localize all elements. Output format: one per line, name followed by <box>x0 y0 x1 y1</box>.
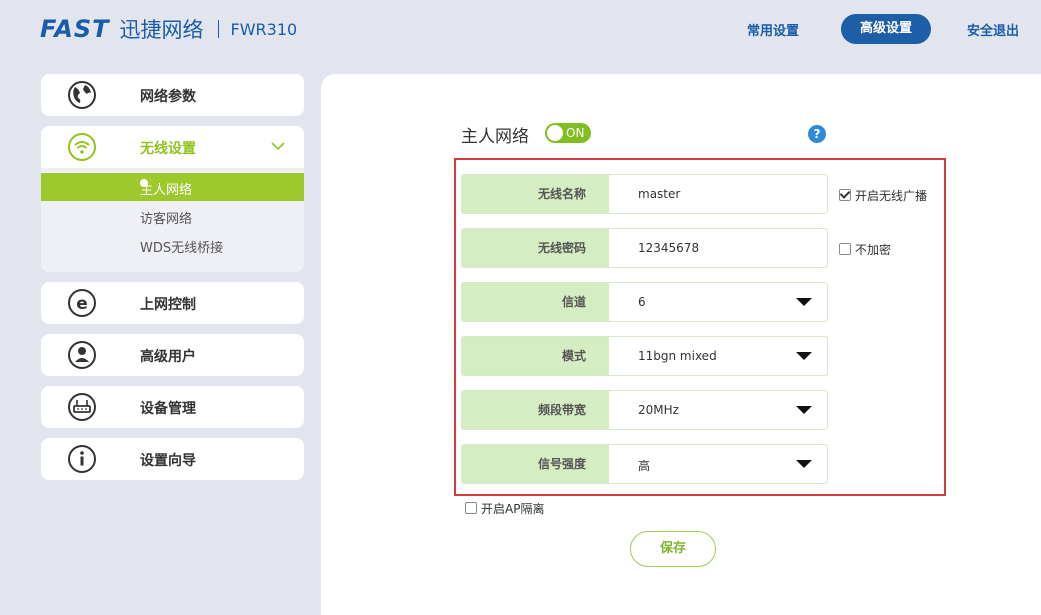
save-button[interactable]: 保存 <box>630 531 716 567</box>
dropdown-arrow-icon[interactable] <box>796 352 812 360</box>
brand-name-cn: 迅捷网络 <box>119 18 204 42</box>
help-icon[interactable]: ? <box>808 125 826 143</box>
nav-logout[interactable]: 安全退出 <box>967 20 1019 39</box>
info-icon <box>68 445 96 473</box>
main-panel: 主人网络 ON ? 无线名称 master 无线密码 12345678 信道 6… <box>321 74 1041 615</box>
ssid-field: 无线名称 master <box>461 174 828 214</box>
sidebar-item-advanced-user[interactable]: 高级用户 <box>41 334 304 376</box>
globe-icon <box>68 81 96 109</box>
sidebar-subitem-label: 主人网络 <box>140 183 193 198</box>
dropdown-arrow-icon[interactable] <box>796 460 812 468</box>
brand-logo: FAST 迅捷网络 FWR310 <box>40 15 298 43</box>
sidebar-item-internet-control[interactable]: e 上网控制 <box>41 282 304 324</box>
ap-isolation-label: 开启AP隔离 <box>481 501 545 516</box>
signal-strength-field[interactable]: 信号强度 高 <box>461 444 828 484</box>
sidebar-item-setup-wizard[interactable]: 设置向导 <box>41 438 304 480</box>
broadcast-checkbox[interactable] <box>839 189 851 201</box>
sidebar-group-wireless: 无线设置 主人网络 访客网络 WDS无线桥接 <box>41 126 304 272</box>
ap-isolation-checkbox[interactable] <box>465 502 477 514</box>
sidebar-item-label: 网络参数 <box>140 89 196 105</box>
router-icon <box>68 393 96 421</box>
sidebar-item-label: 上网控制 <box>140 297 196 313</box>
bandwidth-select-value: 20MHz <box>638 403 679 417</box>
sidebar-subitem-label: 访客网络 <box>140 212 193 227</box>
model-name: FWR310 <box>230 19 298 39</box>
sidebar-item-label: 设备管理 <box>140 401 196 417</box>
mode-select-value: 11bgn mixed <box>638 349 717 363</box>
sidebar-item-wireless[interactable]: 无线设置 <box>41 126 304 168</box>
toggle-knob <box>547 125 563 141</box>
ssid-input[interactable]: master <box>638 187 680 201</box>
sidebar-subitem-wds-bridge[interactable]: WDS无线桥接 <box>41 231 304 259</box>
chevron-down-icon <box>271 142 285 151</box>
password-input[interactable]: 12345678 <box>638 241 699 255</box>
wifi-icon <box>68 133 96 161</box>
sidebar-subitem-guest-network[interactable]: 访客网络 <box>41 202 304 230</box>
top-header: FAST 迅捷网络 FWR310 常用设置 高级设置 安全退出 <box>0 0 1041 60</box>
broadcast-checkbox-wrap[interactable]: 开启无线广播 <box>839 187 927 203</box>
page-title: 主人网络 <box>461 127 529 147</box>
field-label: 无线密码 <box>462 229 609 267</box>
field-label: 频段带宽 <box>462 391 609 429</box>
broadcast-label: 开启无线广播 <box>855 188 928 203</box>
user-icon <box>68 341 96 369</box>
no-encrypt-checkbox-wrap[interactable]: 不加密 <box>839 241 891 257</box>
sidebar-subitem-host-network[interactable]: 主人网络 <box>41 173 304 201</box>
toggle-state: ON <box>566 126 585 140</box>
no-encrypt-label: 不加密 <box>855 242 892 257</box>
bandwidth-field[interactable]: 频段带宽 20MHz <box>461 390 828 430</box>
channel-field[interactable]: 信道 6 <box>461 282 828 322</box>
signal-strength-select-value: 高 <box>638 459 651 473</box>
sidebar-item-label: 无线设置 <box>140 141 196 157</box>
sidebar-item-device-management[interactable]: 设备管理 <box>41 386 304 428</box>
field-label: 无线名称 <box>462 175 609 213</box>
mode-field[interactable]: 模式 11bgn mixed <box>461 336 828 376</box>
internet-explorer-icon: e <box>68 289 96 317</box>
sidebar-subitem-label: WDS无线桥接 <box>140 241 224 256</box>
brand-name: FAST <box>40 15 110 43</box>
dropdown-arrow-icon[interactable] <box>796 406 812 414</box>
sidebar-item-label: 设置向导 <box>140 453 196 469</box>
field-label: 模式 <box>462 337 609 375</box>
dropdown-arrow-icon[interactable] <box>796 298 812 306</box>
no-encrypt-checkbox[interactable] <box>839 243 851 255</box>
ap-isolation-checkbox-wrap[interactable]: 开启AP隔离 <box>465 500 544 516</box>
svg-text:e: e <box>76 294 88 314</box>
field-label: 信道 <box>462 283 609 321</box>
password-field: 无线密码 12345678 <box>461 228 828 268</box>
sidebar-item-label: 高级用户 <box>140 349 196 365</box>
logo-divider <box>217 20 219 38</box>
nav-common-settings[interactable]: 常用设置 <box>747 20 799 39</box>
channel-select-value: 6 <box>638 295 646 309</box>
field-label: 信号强度 <box>462 445 609 483</box>
nav-advanced-settings[interactable]: 高级设置 <box>841 14 931 44</box>
host-network-toggle[interactable]: ON <box>545 123 591 143</box>
sidebar-item-network-params[interactable]: 网络参数 <box>41 74 304 116</box>
